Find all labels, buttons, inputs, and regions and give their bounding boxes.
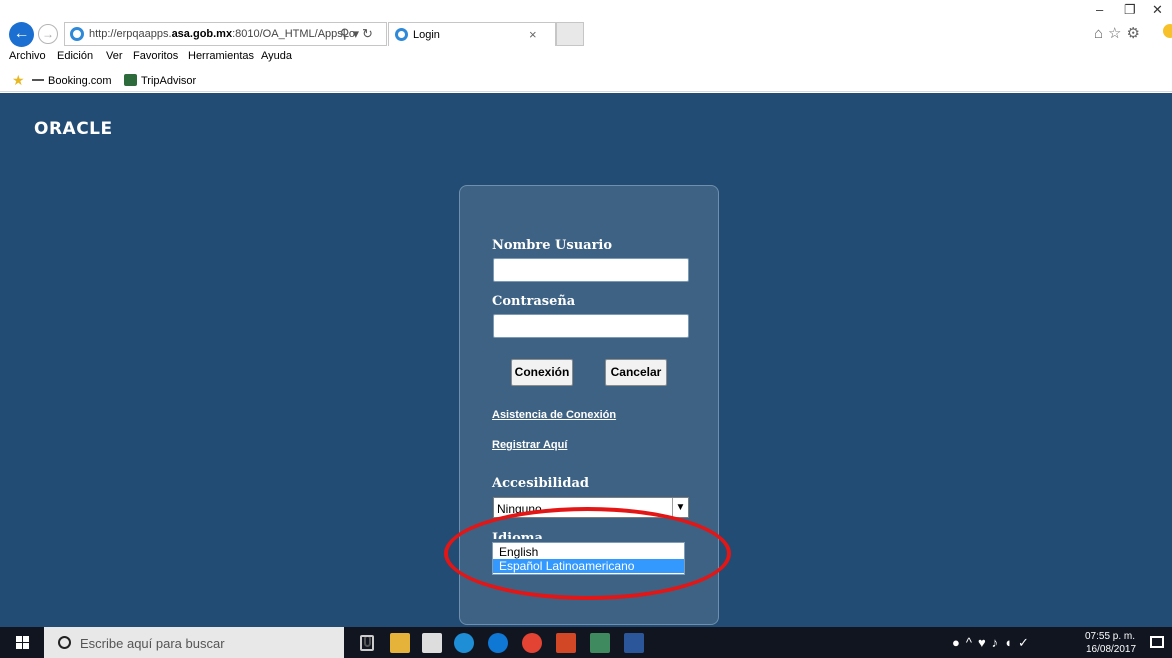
accessibility-label: Accesibilidad: [492, 476, 589, 491]
taskbar-search-box[interactable]: Escribe aquí para buscar: [44, 627, 371, 658]
tripadvisor-icon: [124, 74, 137, 86]
clock-time[interactable]: 07:55 p. m.: [1085, 631, 1135, 642]
home-favorites-settings-icons[interactable]: ⌂☆⚙: [1094, 24, 1145, 42]
new-tab-button[interactable]: [556, 22, 584, 46]
language-option-english[interactable]: English: [493, 545, 684, 559]
notification-center-icon[interactable]: [1150, 636, 1164, 648]
taskbar-search-placeholder: Escribe aquí para buscar: [80, 636, 225, 651]
task-view-icon[interactable]: [360, 635, 374, 651]
forward-icon[interactable]: →: [38, 24, 58, 44]
accessibility-select[interactable]: Ninguno ▼: [493, 497, 689, 518]
chrome-icon[interactable]: [522, 633, 542, 653]
browser-tab-login[interactable]: Login ×: [388, 22, 556, 46]
favorite-tripadvisor[interactable]: TripAdvisor: [141, 75, 196, 87]
minimize-icon[interactable]: –: [1096, 2, 1103, 17]
favorites-star-icon[interactable]: ★: [12, 72, 25, 89]
password-label: Contraseña: [492, 294, 576, 309]
language-option-espanol[interactable]: Español Latinoamericano: [493, 559, 684, 573]
powerpoint-icon[interactable]: [556, 633, 576, 653]
file-explorer-icon[interactable]: [390, 633, 410, 653]
accessibility-selected-value: Ninguno: [497, 502, 542, 516]
register-link[interactable]: Registrar Aquí: [492, 439, 567, 451]
chevron-down-icon[interactable]: ▼: [672, 498, 688, 517]
tab-title: Login: [413, 29, 440, 41]
menu-ayuda[interactable]: Ayuda: [261, 50, 292, 62]
username-label: Nombre Usuario: [492, 238, 613, 253]
clock-date[interactable]: 16/08/2017: [1086, 644, 1136, 655]
internet-explorer-icon[interactable]: [454, 633, 474, 653]
cortana-icon: [58, 636, 71, 649]
back-icon[interactable]: ←: [9, 22, 34, 47]
ie-page-icon: [70, 27, 84, 41]
favorite-booking[interactable]: Booking.com: [48, 75, 112, 87]
address-url-domain: asa.gob.mx: [171, 28, 233, 40]
menu-ver[interactable]: Ver: [106, 50, 123, 62]
edge-icon[interactable]: [488, 633, 508, 653]
cancel-button[interactable]: Cancelar: [605, 359, 667, 386]
menu-archivo[interactable]: Archivo: [9, 50, 46, 62]
login-help-link[interactable]: Asistencia de Conexión: [492, 409, 616, 421]
favorites-bar: ★ Booking.com TripAdvisor: [0, 68, 1172, 92]
menu-edicion[interactable]: Edición: [57, 50, 93, 62]
browser-title-bar: ← → http://erpqaapps.asa.gob.mx:8010/OA_…: [0, 0, 1172, 47]
language-label: Idioma: [492, 531, 543, 539]
close-window-icon[interactable]: ✕: [1152, 2, 1163, 18]
tab-close-icon[interactable]: ×: [529, 27, 537, 42]
store-icon[interactable]: [422, 633, 442, 653]
address-url[interactable]: http://erpqaapps.asa.gob.mx:8010/OA_HTML…: [89, 28, 355, 40]
word-icon[interactable]: [624, 633, 644, 653]
username-input[interactable]: [493, 258, 689, 282]
menu-herramientas[interactable]: Herramientas: [188, 50, 254, 62]
menu-bar: Archivo Edición Ver Favoritos Herramient…: [0, 47, 1172, 67]
windows-taskbar: Escribe aquí para buscar ●^♥♪◖✓ 07:55 p.…: [0, 627, 1172, 658]
ie-tab-icon: [395, 28, 408, 41]
restore-icon[interactable]: ❐: [1124, 2, 1136, 18]
booking-icon: [32, 79, 44, 81]
menu-favoritos[interactable]: Favoritos: [133, 50, 178, 62]
address-bar[interactable]: http://erpqaapps.asa.gob.mx:8010/OA_HTML…: [64, 22, 387, 46]
window-controls: – ❐ ✕: [1082, 0, 1172, 22]
windows-start-icon[interactable]: [16, 636, 29, 649]
system-tray-icons[interactable]: ●^♥♪◖✓: [952, 635, 1035, 651]
language-dropdown-list[interactable]: English Español Latinoamericano: [492, 542, 685, 575]
oracle-logo: ORACLE: [34, 119, 113, 139]
password-input[interactable]: [493, 314, 689, 338]
search-refresh-icons[interactable]: ⚲▾↻: [340, 26, 376, 42]
login-button[interactable]: Conexión: [511, 359, 573, 386]
photos-icon[interactable]: [590, 633, 610, 653]
feedback-smiley-icon[interactable]: [1163, 24, 1172, 38]
